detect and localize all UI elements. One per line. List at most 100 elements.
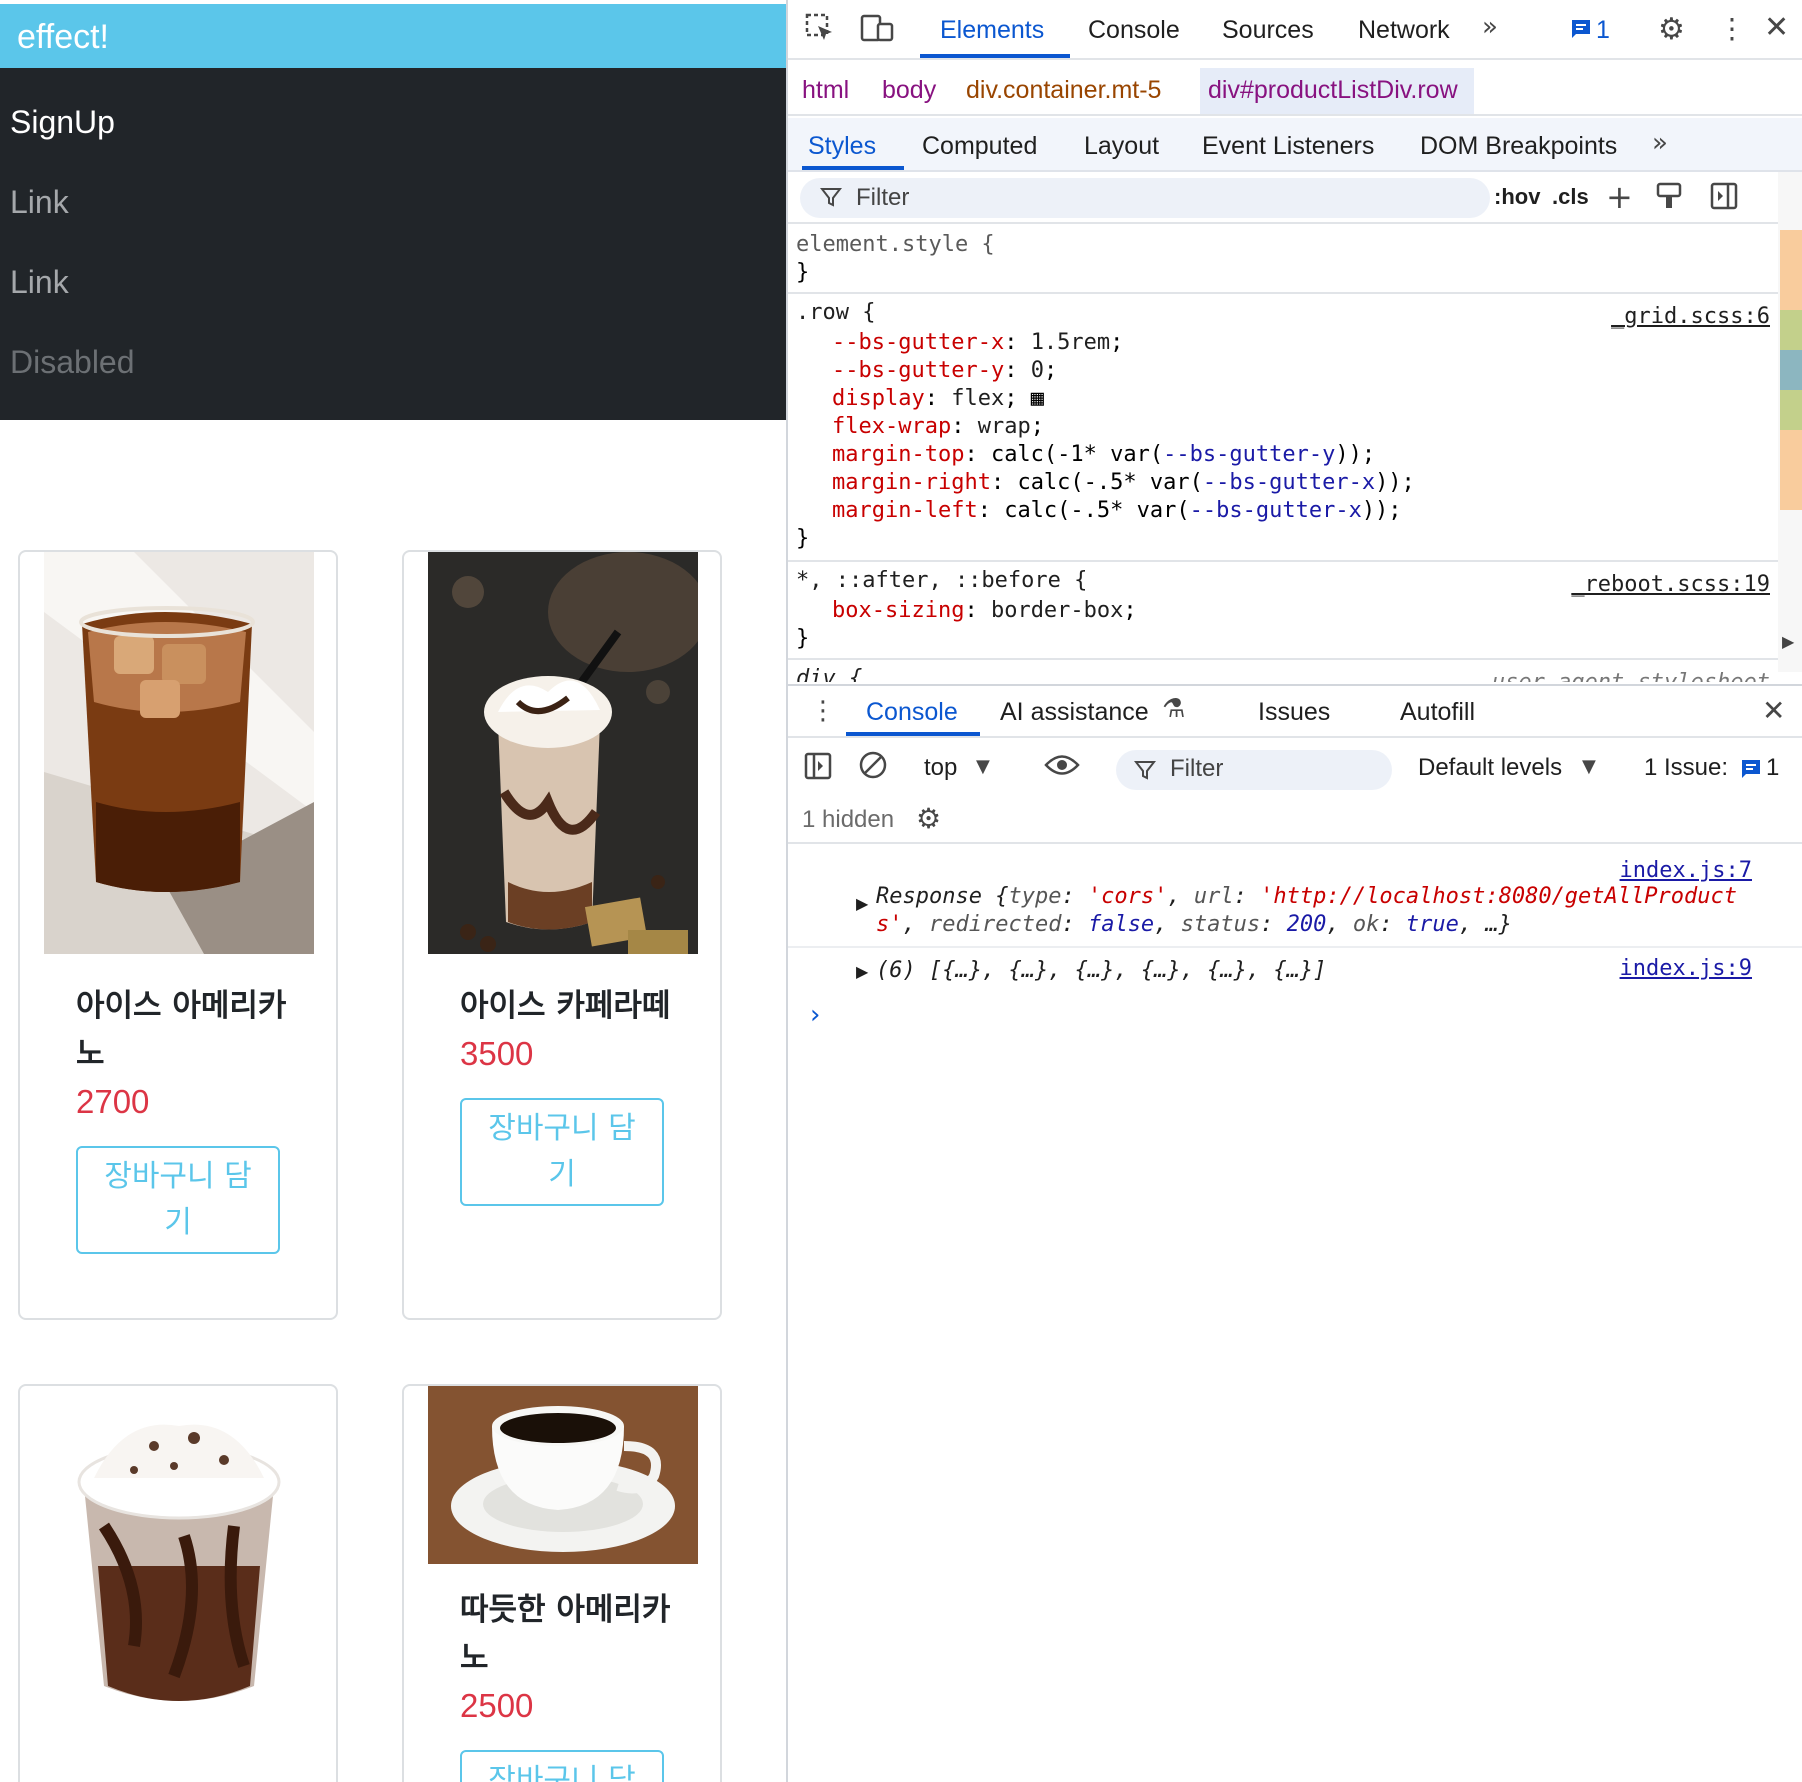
issues-badge-icon[interactable] xyxy=(1570,18,1592,44)
console-filter-placeholder: Filter xyxy=(1170,755,1224,782)
paint-brush-icon[interactable] xyxy=(1656,182,1682,214)
product-image xyxy=(428,1386,698,1564)
flex-editor-icon[interactable]: ▦ xyxy=(1017,386,1044,411)
drawer-menu-icon[interactable]: ⋮ xyxy=(810,696,836,726)
issues-label[interactable]: 1 Issue: xyxy=(1644,754,1728,782)
log-source-link[interactable]: index.js:9 xyxy=(1620,956,1752,981)
breadcrumb-html[interactable]: html xyxy=(802,76,849,105)
declaration[interactable]: --bs-gutter-y: 0; xyxy=(832,358,1057,383)
live-expression-eye-icon[interactable] xyxy=(1044,752,1080,782)
log-levels-dropdown[interactable]: Default levels xyxy=(1418,754,1562,782)
filter-icon xyxy=(819,186,843,212)
rule-selector[interactable]: element.style { xyxy=(796,232,995,257)
declaration[interactable]: --bs-gutter-x: 1.5rem; xyxy=(832,330,1123,355)
web-page: effect! SignUp Link Link Disabled 아이스 아메… xyxy=(0,0,786,1782)
settings-gear-icon[interactable]: ⚙ xyxy=(1658,12,1685,47)
console-prompt-chevron-icon[interactable]: › xyxy=(810,1000,820,1030)
more-subtabs-icon[interactable]: » xyxy=(1652,128,1668,158)
declaration[interactable]: margin-left: calc(-.5* var(--bs-gutter-x… xyxy=(832,498,1402,523)
subtab-layout[interactable]: Layout xyxy=(1084,132,1159,161)
expand-triangle-icon[interactable]: ▶ xyxy=(856,894,868,913)
console-settings-gear-icon[interactable]: ⚙ xyxy=(916,802,941,835)
rule-close-brace: } xyxy=(796,626,810,651)
more-options-icon[interactable]: ⋮ xyxy=(1718,12,1746,45)
drawer-tab-issues[interactable]: Issues xyxy=(1258,698,1330,727)
issues-count[interactable]: 1 xyxy=(1596,16,1610,45)
console-sidebar-icon[interactable] xyxy=(804,752,832,784)
product-price: 2500 xyxy=(460,1687,534,1724)
product-card: 따듯한 아메리카노 2500 장바구니 담기 xyxy=(402,1384,722,1782)
declaration[interactable]: margin-top: calc(-1* var(--bs-gutter-y))… xyxy=(832,442,1375,467)
subtab-event-listeners[interactable]: Event Listeners xyxy=(1202,132,1374,161)
tab-elements[interactable]: Elements xyxy=(940,16,1044,45)
dom-breadcrumb: html body div.container.mt-5 div#product… xyxy=(788,62,1802,116)
tab-sources[interactable]: Sources xyxy=(1222,16,1314,45)
devtools-toolbar: Elements Console Sources Network » 1 ⚙ ⋮… xyxy=(788,0,1802,60)
hidden-messages-count[interactable]: 1 hidden xyxy=(802,806,894,834)
tab-console[interactable]: Console xyxy=(1088,16,1180,45)
active-drawer-tab-indicator xyxy=(846,732,980,736)
breadcrumb-container[interactable]: div.container.mt-5 xyxy=(966,76,1161,105)
brand-bar: effect! xyxy=(0,4,786,68)
close-icon[interactable]: ✕ xyxy=(1764,10,1789,45)
box-model-preview: ▶ xyxy=(1778,172,1802,672)
log-response-line[interactable]: s', redirected: false, status: 200, ok: … xyxy=(876,912,1512,937)
log-source-link[interactable]: index.js:7 xyxy=(1620,858,1752,883)
toggle-sidebar-icon[interactable] xyxy=(1710,182,1738,214)
console-log-row: index.js:7 ▶ Response {type: 'cors', url… xyxy=(788,848,1802,948)
rule-source-link[interactable]: _grid.scss:6 xyxy=(1611,304,1770,329)
rule-selector[interactable]: div { xyxy=(796,666,862,682)
declaration[interactable]: display: flex; ▦ xyxy=(832,386,1044,411)
nav-link[interactable]: Link xyxy=(10,184,69,221)
drawer-tab-autofill[interactable]: Autofill xyxy=(1400,698,1475,727)
drawer-tab-console[interactable]: Console xyxy=(866,698,958,727)
product-card: 아이스 아메리카노 2700 장바구니 담기 xyxy=(18,550,338,1320)
tab-network[interactable]: Network xyxy=(1358,16,1450,45)
experimental-flask-icon: ⚗ xyxy=(1162,694,1186,724)
drawer-tab-ai-assistance[interactable]: AI assistance xyxy=(1000,698,1149,727)
breadcrumb-product-list[interactable]: div#productListDiv.row xyxy=(1208,76,1458,105)
expand-arrow-icon[interactable]: ▶ xyxy=(1782,632,1794,652)
product-image xyxy=(428,552,698,954)
cls-toggle[interactable]: .cls xyxy=(1552,184,1589,210)
hov-toggle[interactable]: :hov xyxy=(1494,184,1540,210)
product-card xyxy=(18,1384,338,1782)
product-name: 따듯한 아메리카노 xyxy=(460,1592,671,1676)
nav-link[interactable]: Link xyxy=(10,264,69,301)
new-style-rule-icon[interactable]: + xyxy=(1606,178,1633,216)
inspect-element-icon[interactable] xyxy=(804,12,836,48)
context-selector[interactable]: top xyxy=(924,754,957,782)
device-toolbar-icon[interactable] xyxy=(860,12,894,48)
chevron-down-icon[interactable]: ▼ xyxy=(976,756,990,777)
issues-badge-icon[interactable] xyxy=(1740,758,1762,784)
rule-selector[interactable]: .row { xyxy=(796,300,875,325)
subtab-computed[interactable]: Computed xyxy=(922,132,1037,161)
expand-triangle-icon[interactable]: ▶ xyxy=(856,962,868,981)
product-image xyxy=(44,1386,314,1726)
breadcrumb-body[interactable]: body xyxy=(882,76,936,105)
brand-logo[interactable]: effect! xyxy=(17,18,109,57)
styles-filter-input[interactable]: Filter xyxy=(800,178,1490,218)
rule-source-link[interactable]: _reboot.scss:19 xyxy=(1571,572,1770,597)
console-filter-input[interactable]: Filter xyxy=(1116,750,1392,790)
issues-count[interactable]: 1 xyxy=(1766,754,1779,782)
declaration[interactable]: margin-right: calc(-.5* var(--bs-gutter-… xyxy=(832,470,1415,495)
add-to-cart-button[interactable]: 장바구니 담기 xyxy=(460,1750,664,1782)
rule-div-user-agent: div { user agent stylesheet xyxy=(788,662,1778,682)
more-tabs-icon[interactable]: » xyxy=(1482,12,1498,42)
chevron-down-icon[interactable]: ▼ xyxy=(1582,756,1596,777)
rule-source-link[interactable]: user agent stylesheet xyxy=(1492,670,1770,682)
product-image xyxy=(44,552,314,954)
declaration[interactable]: flex-wrap: wrap; xyxy=(832,414,1044,439)
log-response-line[interactable]: Response {type: 'cors', url: 'http://loc… xyxy=(876,884,1737,909)
close-drawer-icon[interactable]: ✕ xyxy=(1762,694,1785,727)
nav-signup-link[interactable]: SignUp xyxy=(10,104,115,141)
log-array-summary[interactable]: (6) [{…}, {…}, {…}, {…}, {…}, {…}] xyxy=(876,958,1326,983)
subtab-dom-breakpoints[interactable]: DOM Breakpoints xyxy=(1420,132,1617,161)
add-to-cart-button[interactable]: 장바구니 담기 xyxy=(76,1146,280,1254)
clear-console-icon[interactable] xyxy=(858,750,888,784)
add-to-cart-button[interactable]: 장바구니 담기 xyxy=(460,1098,664,1206)
rule-selector[interactable]: *, ::after, ::before { xyxy=(796,568,1087,593)
subtab-styles[interactable]: Styles xyxy=(808,132,876,161)
declaration[interactable]: box-sizing: border-box; xyxy=(832,598,1137,623)
